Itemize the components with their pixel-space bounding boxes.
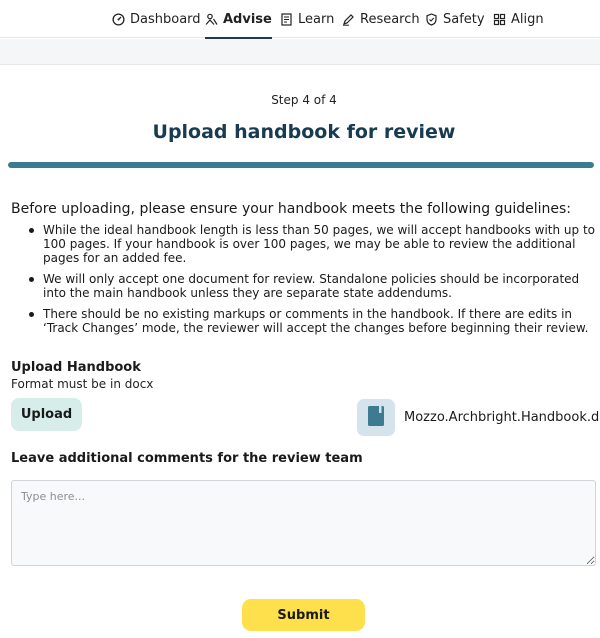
comments-textarea[interactable] <box>11 480 596 566</box>
nav-item-align[interactable]: Align <box>493 0 544 38</box>
dashboard-gauge-icon <box>112 12 125 26</box>
align-grid-icon <box>493 13 506 26</box>
sub-header-bar <box>0 39 600 65</box>
step-indicator: Step 4 of 4 <box>271 93 337 107</box>
document-icon <box>368 405 384 430</box>
upload-button[interactable]: Upload <box>11 398 82 431</box>
step-progress-bar <box>8 162 594 168</box>
uploaded-file-icon-box <box>357 399 395 436</box>
uploaded-file-name: Mozzo.Archbright.Handbook.docx <box>404 410 600 425</box>
nav-item-label: Safety <box>443 11 485 27</box>
advise-people-icon <box>205 13 218 26</box>
upload-format-hint: Format must be in docx <box>11 377 154 391</box>
page-title: Upload handbook for review <box>152 121 456 143</box>
guidelines-list: While the ideal handbook length is less … <box>26 223 598 342</box>
research-pen-icon <box>342 13 355 26</box>
nav-item-label: Dashboard <box>130 11 201 27</box>
submit-button[interactable]: Submit <box>242 599 365 631</box>
nav-item-dashboard[interactable]: Dashboard <box>112 0 201 38</box>
nav-item-safety[interactable]: Safety <box>425 0 485 38</box>
guideline-item: There should be no existing markups or c… <box>26 307 598 335</box>
nav-item-learn[interactable]: Learn <box>280 0 334 38</box>
nav-item-label: Align <box>511 11 544 27</box>
comments-label: Leave additional comments for the review… <box>11 451 363 466</box>
guidelines-intro: Before uploading, please ensure your han… <box>11 201 571 217</box>
nav-item-label: Research <box>360 11 420 27</box>
nav-item-label: Learn <box>298 11 335 27</box>
safety-shield-icon <box>425 12 438 26</box>
upload-handbook-label: Upload Handbook <box>11 360 141 375</box>
nav-item-advise[interactable]: Advise <box>205 0 272 39</box>
top-navigation: Dashboard Advise Learn Research Safety A… <box>0 0 600 39</box>
guideline-item: We will only accept one document for rev… <box>26 272 598 300</box>
learn-book-icon <box>280 12 293 26</box>
guideline-item: While the ideal handbook length is less … <box>26 223 598 265</box>
nav-item-research[interactable]: Research <box>342 0 420 38</box>
nav-item-label: Advise <box>223 11 272 27</box>
